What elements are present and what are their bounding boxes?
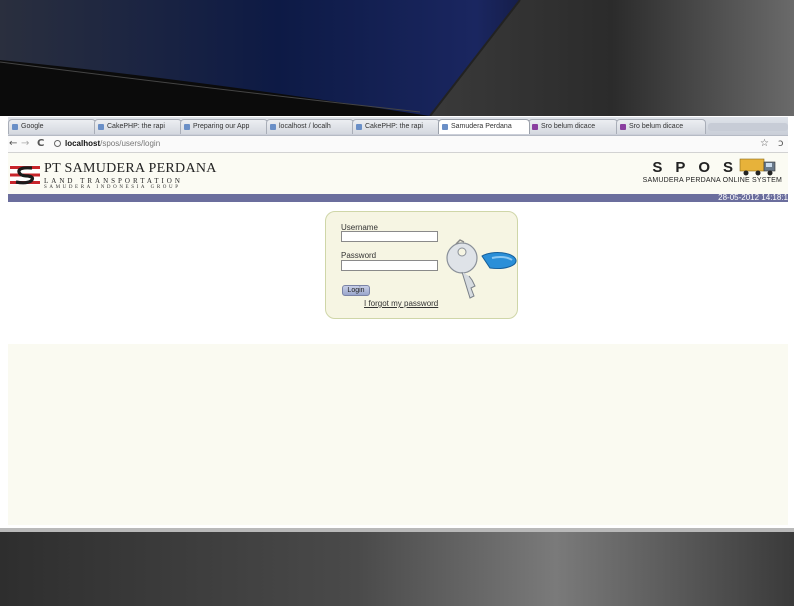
cakephp-icon bbox=[98, 124, 104, 130]
back-arrow-icon[interactable]: ← bbox=[9, 137, 17, 151]
slide-footer-band bbox=[0, 528, 794, 606]
yahoo-mail-icon bbox=[532, 124, 538, 130]
reload-icon[interactable]: C bbox=[37, 137, 44, 151]
phpmyadmin-icon bbox=[270, 124, 276, 130]
login-button[interactable]: Login bbox=[342, 285, 370, 296]
company-group: SAMUDERA INDONESIA GROUP bbox=[44, 185, 181, 190]
truck-icon bbox=[739, 158, 776, 176]
browser-tab[interactable]: CakePHP: the rapi bbox=[352, 119, 440, 134]
username-input[interactable] bbox=[341, 231, 438, 242]
cakephp-icon bbox=[184, 124, 190, 130]
forward-arrow-icon[interactable]: → bbox=[21, 137, 29, 151]
page-content-area bbox=[8, 344, 788, 525]
wrench-icon[interactable]: ↄ bbox=[778, 137, 784, 151]
browser-tab-bar: Google CakePHP: the rapi Preparing our A… bbox=[8, 117, 788, 136]
browser-tab[interactable]: localhost / localh bbox=[266, 119, 354, 134]
forgot-password-link[interactable]: I forgot my password bbox=[364, 299, 438, 308]
company-name: PT SAMUDERA PERDANA bbox=[44, 161, 217, 176]
globe-icon bbox=[54, 140, 61, 147]
banner-graphic bbox=[0, 0, 794, 116]
slide-banner bbox=[0, 0, 794, 116]
browser-tab[interactable]: Sro belum dicace bbox=[528, 119, 618, 134]
new-tab-area[interactable] bbox=[708, 123, 788, 131]
site-header: PT SAMUDERA PERDANA LAND TRANSPORTATION … bbox=[8, 153, 788, 194]
date-bar: 28-05-2012 14:18:1 bbox=[8, 193, 788, 202]
browser-toolbar: ← → C localhost/spos/users/login ☆ ↄ bbox=[8, 136, 788, 153]
keys-icon bbox=[446, 239, 517, 299]
login-panel: Username Password Login I forgot my pass… bbox=[325, 211, 518, 319]
company-name-block: PT SAMUDERA PERDANA LAND TRANSPORTATION … bbox=[44, 162, 217, 191]
browser-screenshot: Google CakePHP: the rapi Preparing our A… bbox=[8, 117, 788, 525]
browser-tab[interactable]: Google bbox=[8, 119, 96, 134]
yahoo-mail-icon bbox=[620, 124, 626, 130]
address-bar[interactable]: localhost/spos/users/login bbox=[54, 137, 754, 150]
browser-tab[interactable]: CakePHP: the rapi bbox=[94, 119, 182, 134]
samudera-logo-icon bbox=[10, 165, 40, 185]
google-icon bbox=[12, 124, 18, 130]
current-datetime: 28-05-2012 14:18:1 bbox=[718, 193, 788, 202]
password-label: Password bbox=[341, 251, 377, 260]
page-icon bbox=[442, 124, 448, 130]
browser-tab[interactable]: Preparing our App bbox=[180, 119, 268, 134]
browser-tab-active[interactable]: Samudera Perdana bbox=[438, 119, 530, 134]
browser-tab[interactable]: Sro belum dicace bbox=[616, 119, 706, 134]
cakephp-icon bbox=[356, 124, 362, 130]
company-subtitle: LAND TRANSPORTATION bbox=[44, 177, 183, 185]
star-icon[interactable]: ☆ bbox=[760, 137, 769, 151]
password-input[interactable] bbox=[341, 260, 438, 271]
